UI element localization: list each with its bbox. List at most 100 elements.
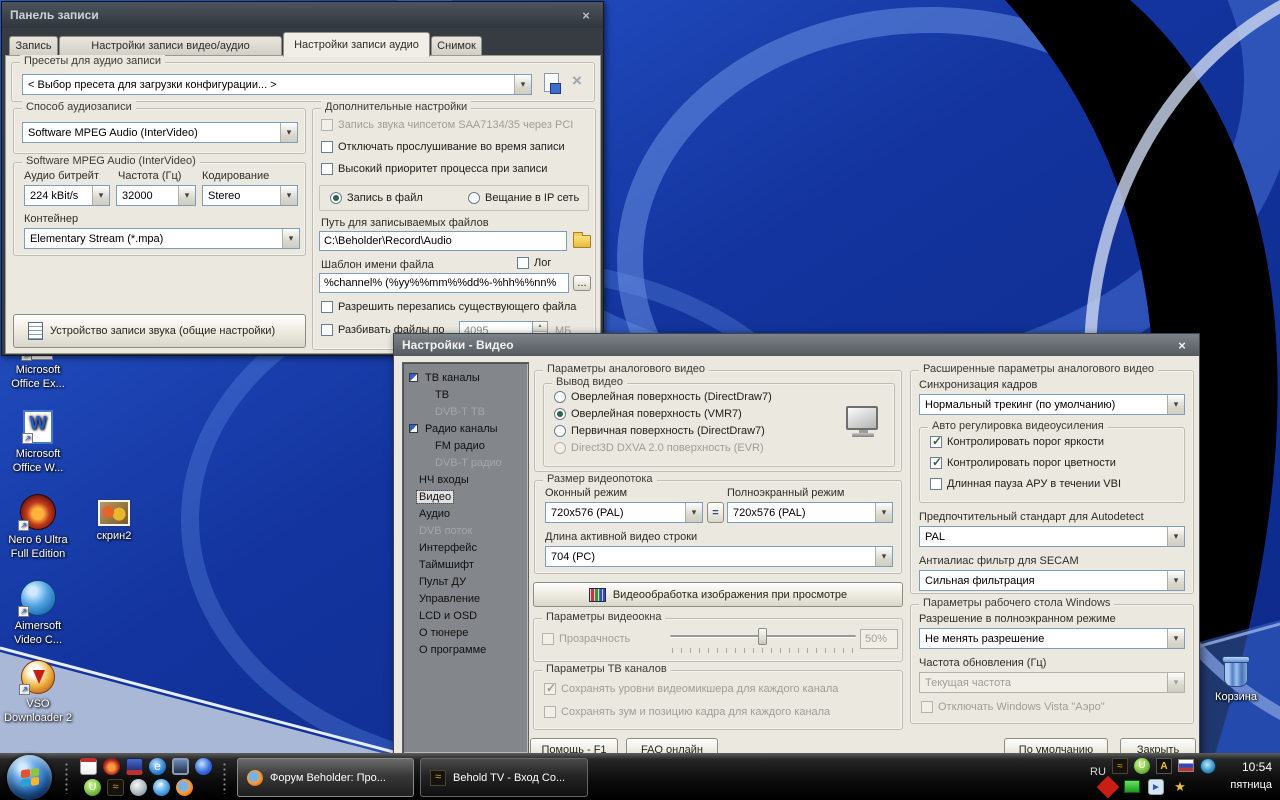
chevron-down-icon[interactable]: ▾ [875,547,892,566]
primary-dd7-radio[interactable]: Первичная поверхность (DirectDraw7) [554,425,765,437]
checkbox-icon[interactable] [321,324,333,336]
chevron-down-icon[interactable]: ▾ [280,186,297,205]
spin-up-icon[interactable]: ▲ [533,322,547,332]
record-to-file-radio[interactable]: Запись в файл [330,192,423,204]
firefox-quicklaunch-icon[interactable] [176,779,193,796]
ru-flag-icon[interactable] [1178,759,1194,772]
messenger-icon[interactable] [195,758,212,775]
radio-icon[interactable] [330,192,342,204]
tree-node-tv-channels[interactable]: ТВ каналы [409,371,482,386]
high-priority-checkbox[interactable]: Высокий приоритет процесса при записи [321,163,547,175]
close-icon[interactable]: × [1173,338,1191,353]
chevron-down-icon[interactable]: ▾ [282,229,299,248]
tray-clock[interactable]: 10:54 [1230,760,1272,774]
record-path-input[interactable]: C:\Beholder\Record\Audio [319,231,567,251]
close-icon[interactable]: × [577,8,595,23]
radio-icon[interactable] [468,192,480,204]
recording-panel-titlebar[interactable]: Панель записи × [2,2,603,28]
tree-node-timeshift[interactable]: Таймшифт [417,558,476,573]
punto-switcher-icon[interactable]: A [1156,758,1172,774]
tree-node-lcd-osd[interactable]: LCD и OSD [417,609,479,624]
chevron-down-icon[interactable]: ▾ [178,186,195,205]
brightness-threshold-checkbox[interactable]: Контролировать порог яркости [930,436,1104,448]
container-combo[interactable]: Elementary Stream (*.mpa)▾ [24,228,300,249]
log-checkbox[interactable]: Лог [517,257,551,269]
internet-explorer-icon[interactable]: e [149,758,166,775]
filename-template-input[interactable]: %channel% (%yy%%mm%%dd%-%hh%%nn% [319,273,569,293]
browse-folder-icon[interactable] [573,235,591,248]
taskbar-button-beholdtv[interactable]: ≈ Behold TV - Вход Co... [420,758,588,797]
slider-thumb[interactable] [758,628,767,645]
checkbox-icon[interactable] [930,457,942,469]
tree-node-about-program[interactable]: О программе [417,643,488,658]
checkbox-icon[interactable] [321,301,333,313]
tree-node-interface[interactable]: Интерфейс [417,541,479,556]
utorrent-quicklaunch-icon[interactable]: U [84,779,101,796]
save-preset-icon[interactable] [544,73,559,92]
desktop-icon-skrin2[interactable]: скрин2 [78,500,150,543]
overlay-dd7-radio[interactable]: Оверлейная поверхность (DirectDraw7) [554,391,772,403]
fullscreen-resolution-combo[interactable]: Не менять разрешение▾ [919,628,1185,649]
sound-device-button[interactable]: Устройство записи звука (общие настройки… [13,314,306,348]
chevron-down-icon[interactable]: ▾ [1167,395,1184,414]
encoding-combo[interactable]: Stereo▾ [202,185,298,206]
frame-sync-combo[interactable]: Нормальный трекинг (по умолчанию)▾ [919,394,1185,415]
delete-preset-icon[interactable]: × [572,71,582,91]
frequency-combo[interactable]: 32000▾ [116,185,196,206]
updown-arrows-icon[interactable] [1097,776,1120,799]
chevron-down-icon[interactable]: ▾ [280,123,297,142]
mute-while-recording-checkbox[interactable]: Отключать прослушивание во время записи [321,141,565,153]
radio-icon[interactable] [554,391,566,403]
nero-quicklaunch-icon[interactable] [103,758,120,775]
desktop-icon-vso[interactable]: ↗ VSO Downloader 2 [2,660,74,725]
player-tray-icon[interactable]: ► [1148,779,1164,795]
calendar-icon[interactable] [80,758,97,775]
chroma-threshold-checkbox[interactable]: Контролировать порог цветности [930,457,1116,469]
checkbox-icon[interactable] [930,436,942,448]
overlay-vmr7-radio[interactable]: Оверлейная поверхность (VMR7) [554,408,742,420]
chevron-down-icon[interactable]: ▾ [1167,571,1184,590]
start-button[interactable] [7,755,52,800]
tree-node-control[interactable]: Управление [417,592,482,607]
tree-node-remote[interactable]: Пульт ДУ [417,575,468,590]
radio-icon[interactable] [554,425,566,437]
battery-tray-icon[interactable] [1124,780,1140,793]
tree-node-fm-radio[interactable]: FM радио [433,439,487,454]
behold-quicklaunch-icon[interactable]: ≈ [107,779,124,796]
equal-sizes-button[interactable]: = [707,502,724,523]
language-indicator[interactable]: RU [1090,766,1106,778]
radio-icon[interactable] [554,408,566,420]
volume-tray-icon[interactable] [1200,758,1216,774]
overwrite-checkbox[interactable]: Разрешить перезапись существующего файла [321,301,576,313]
chevron-down-icon[interactable]: ▾ [1167,527,1184,546]
windowed-size-combo[interactable]: 720x576 (PAL)▾ [545,502,703,523]
tree-node-tv[interactable]: ТВ [433,388,451,403]
snowflake-icon[interactable]: * [153,779,170,796]
desktop-icon-aimersoft[interactable]: ↗ Aimersoft Video C... [2,580,74,647]
chevron-down-icon[interactable]: ▾ [1167,629,1184,648]
wand-icon[interactable]: ★ [1172,779,1188,795]
fullscreen-size-combo[interactable]: 720x576 (PAL)▾ [727,502,893,523]
display-icon[interactable] [172,758,189,775]
behold-tray-icon[interactable]: ≈ [1112,758,1128,774]
tab-video-audio-settings[interactable]: Настройки записи видео/аудио [59,36,282,56]
floppy-icon[interactable] [126,758,143,775]
tree-node-video[interactable]: Видео [417,490,453,505]
template-more-button[interactable]: ... [573,275,591,291]
chevron-down-icon[interactable]: ▾ [514,75,531,94]
desktop-icon-office-word[interactable]: ↗ Microsoft Office W... [2,410,74,475]
tree-node-lf-inputs[interactable]: НЧ входы [417,473,471,488]
audio-method-combo[interactable]: Software MPEG Audio (InterVideo) ▾ [22,122,298,143]
bitrate-combo[interactable]: 224 kBit/s▾ [24,185,110,206]
vbi-pause-checkbox[interactable]: Длинная пауза АРУ в течении VBI [930,478,1121,490]
tree-node-radio-channels[interactable]: Радио каналы [409,422,500,437]
chevron-down-icon[interactable]: ▾ [92,186,109,205]
video-processing-button[interactable]: Видеообработка изображения при просмотре [533,582,903,607]
checkbox-icon[interactable] [930,478,942,490]
tab-audio-settings[interactable]: Настройки записи аудио [283,32,430,57]
settings-titlebar[interactable]: Настройки - Видео × [394,334,1199,356]
active-line-combo[interactable]: 704 (PC)▾ [545,546,893,567]
tree-node-about-tuner[interactable]: О тюнере [417,626,470,641]
autodetect-standard-combo[interactable]: PAL▾ [919,526,1185,547]
broadcast-ip-radio[interactable]: Вещание в IP сеть [468,192,579,204]
